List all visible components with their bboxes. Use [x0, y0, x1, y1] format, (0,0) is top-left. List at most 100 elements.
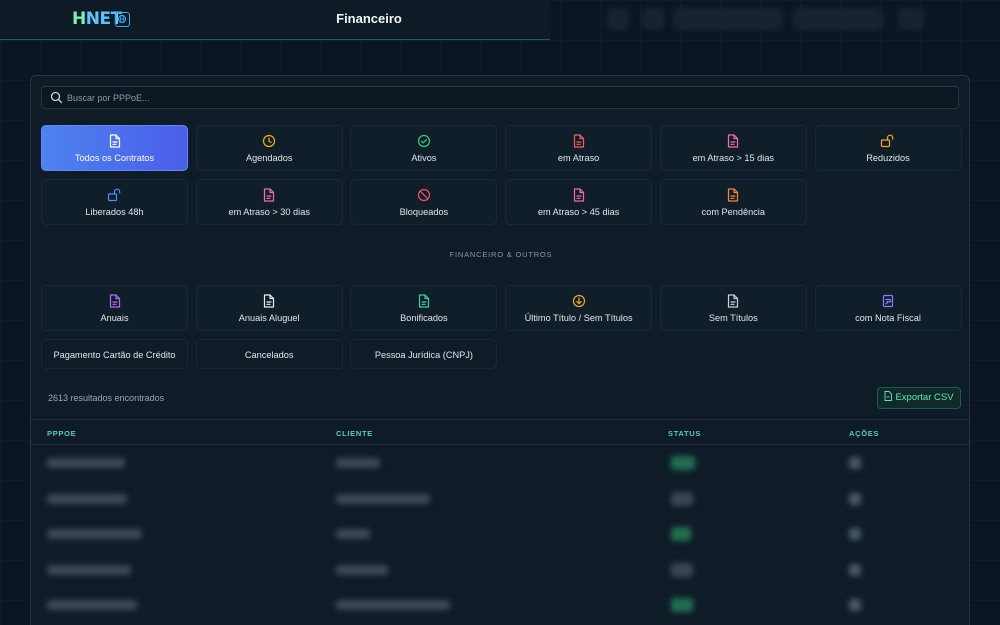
redacted-pppoe — [47, 600, 137, 610]
filter-card-anuais-aluguel[interactable]: Anuais Aluguel — [195, 285, 343, 331]
filter-card-label: Liberados 48h — [85, 207, 144, 217]
filter-card-cancelados[interactable]: Cancelados — [195, 339, 343, 369]
filter-card-em-atraso[interactable]: em Atraso — [505, 125, 653, 171]
file-icon — [661, 188, 806, 202]
filter-card-label: com Pendência — [701, 207, 765, 217]
file-icon — [506, 188, 651, 202]
blurred-header-control[interactable] — [673, 8, 783, 30]
blurred-header-icon[interactable] — [642, 8, 664, 30]
filter-card-ultimo-titulo-sem-titulos[interactable]: Último Título / Sem Títulos — [505, 285, 653, 331]
results-count: 2613 resultados encontrados — [48, 393, 165, 403]
arrow-down-circle-icon — [506, 294, 651, 308]
col-acoes: AÇÕES — [849, 429, 880, 438]
redacted-cliente — [336, 529, 370, 539]
filter-card-label: Ativos — [411, 153, 437, 163]
filter-card-label: Último Título / Sem Títulos — [524, 313, 633, 323]
filter-card-bloqueados[interactable]: Bloqueados — [350, 179, 498, 225]
redacted-action-icon[interactable] — [849, 492, 861, 505]
export-csv-button[interactable]: Exportar CSV — [877, 387, 961, 409]
blurred-header-control[interactable] — [793, 8, 883, 30]
unlock-icon — [42, 188, 187, 202]
main-panel: Todos os Contratos Agendados Ativos em Atra… — [30, 75, 970, 625]
filter-card-em-atraso-45-dias[interactable]: em Atraso > 45 dias — [505, 179, 653, 225]
redacted-pppoe — [47, 529, 142, 539]
search-input[interactable] — [67, 89, 947, 106]
filter-card-label: Anuais — [100, 313, 129, 323]
unlock-icon — [816, 134, 961, 148]
filter-card-pessoa-juridica-cnpj[interactable]: Pessoa Jurídica (CNPJ) — [350, 339, 498, 369]
table-row[interactable] — [31, 482, 969, 517]
filter-card-label: Agendados — [245, 153, 293, 163]
file-icon — [42, 294, 187, 308]
primary-filters: Todos os Contratos Agendados Ativos em Atra… — [41, 125, 962, 225]
table-row[interactable] — [31, 517, 969, 552]
redacted-cliente — [336, 564, 388, 575]
redacted-cliente — [336, 600, 450, 610]
clock-icon — [197, 134, 342, 148]
filter-card-anuais[interactable]: Anuais — [41, 285, 188, 331]
table-row[interactable] — [31, 588, 969, 623]
filter-card-em-atraso-30-dias[interactable]: em Atraso > 30 dias — [195, 179, 343, 225]
blurred-header-avatar[interactable] — [898, 8, 924, 30]
filter-card-label: Reduzidos — [866, 153, 910, 163]
receipt-icon — [816, 294, 961, 308]
filter-card-com-nota-fiscal[interactable]: com Nota Fiscal — [814, 285, 962, 331]
redacted-pppoe — [47, 493, 127, 504]
filter-card-label: Bonificados — [400, 313, 448, 323]
filter-card-com-pendencia[interactable]: com Pendência — [659, 179, 807, 225]
filter-card-label: Todos os Contratos — [74, 153, 155, 163]
filter-card-label: em Atraso — [557, 153, 600, 163]
filter-card-label: em Atraso > 45 dias — [537, 207, 620, 217]
section-label: FINANCEIRO & OUTROS — [449, 250, 553, 259]
redacted-status-badge — [671, 456, 695, 470]
redacted-cliente — [336, 458, 380, 468]
check-circle-icon — [351, 134, 496, 148]
redacted-cliente — [336, 493, 430, 504]
filter-card-agendados[interactable]: Agendados — [195, 125, 343, 171]
file-icon — [42, 134, 187, 148]
table-header: PPPOE CLIENTE STATUS AÇÕES — [31, 419, 969, 445]
file-icon — [661, 134, 806, 148]
col-cliente[interactable]: CLIENTE — [336, 429, 373, 438]
file-icon — [197, 294, 342, 308]
file-icon — [661, 294, 806, 308]
filter-card-reduzidos[interactable]: Reduzidos — [814, 125, 962, 171]
secondary-filters: Anuais Anuais Aluguel Bonificados Último Tí… — [41, 285, 962, 375]
filter-card-bonificados[interactable]: Bonificados — [350, 285, 498, 331]
col-status[interactable]: STATUS — [668, 429, 701, 438]
redacted-status-badge — [671, 491, 693, 506]
file-icon — [351, 294, 496, 308]
filter-card-label: Pagamento Cartão de Crédito — [53, 350, 176, 360]
redacted-action-icon[interactable] — [849, 563, 861, 576]
redacted-pppoe — [47, 564, 131, 575]
col-pppoe[interactable]: PPPOE — [47, 429, 76, 438]
search-bar[interactable] — [41, 86, 959, 109]
filter-card-label: em Atraso > 30 dias — [228, 207, 310, 217]
redacted-action-icon[interactable] — [849, 599, 861, 611]
redacted-status-badge — [671, 598, 693, 612]
redacted-status-badge — [671, 527, 691, 541]
filter-card-label: Cancelados — [244, 350, 294, 360]
redacted-action-icon[interactable] — [849, 528, 861, 540]
table-row[interactable] — [31, 553, 969, 588]
redacted-action-icon[interactable] — [849, 457, 861, 469]
ban-icon — [351, 188, 496, 202]
table-row[interactable] — [31, 446, 969, 481]
filter-card-label: com Nota Fiscal — [855, 313, 921, 323]
filter-card-todos-os-contratos[interactable]: Todos os Contratos — [41, 125, 188, 171]
filter-card-label: em Atraso > 15 dias — [692, 153, 775, 163]
file-icon — [197, 188, 342, 202]
filter-card-label: Pessoa Jurídica (CNPJ) — [374, 350, 473, 360]
filter-card-label: Anuais Aluguel — [238, 313, 300, 323]
filter-card-liberados-48h[interactable]: Liberados 48h — [41, 179, 188, 225]
filter-card-pagamento-cartao-de-credito[interactable]: Pagamento Cartão de Crédito — [41, 339, 188, 369]
filter-card-ativos[interactable]: Ativos — [350, 125, 498, 171]
top-bar: HNET Financeiro — [0, 0, 1000, 40]
blurred-header-icon[interactable] — [607, 8, 629, 30]
file-icon — [506, 134, 651, 148]
filter-card-sem-titulos[interactable]: Sem Títulos — [659, 285, 807, 331]
filter-card-em-atraso-15-dias[interactable]: em Atraso > 15 dias — [659, 125, 807, 171]
export-label: Exportar CSV — [895, 392, 954, 403]
search-icon — [50, 91, 63, 104]
file-export-icon — [885, 391, 893, 401]
